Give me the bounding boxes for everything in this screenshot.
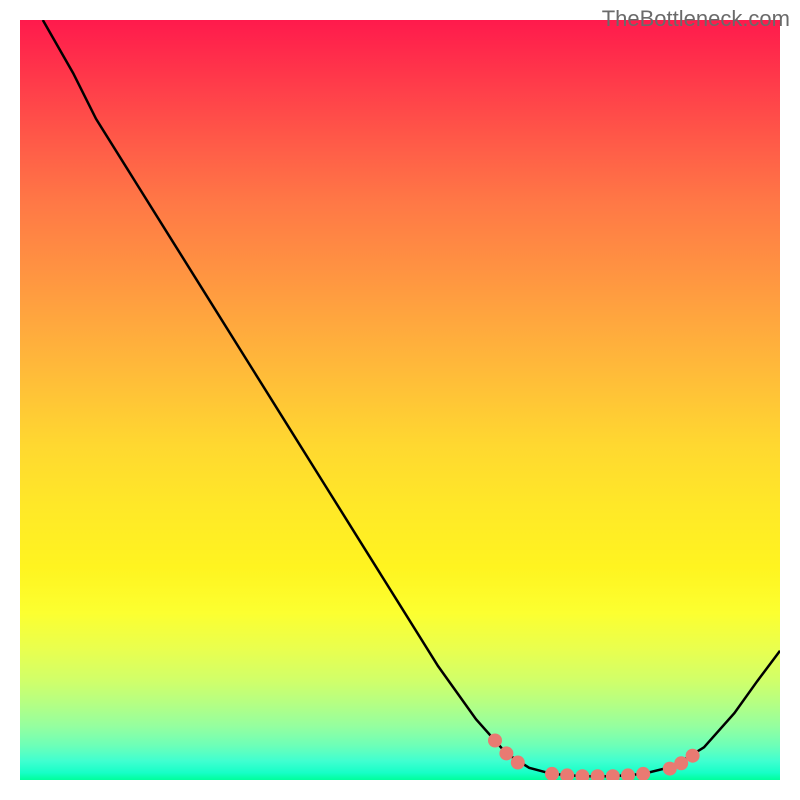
- highlight-dot: [511, 756, 525, 770]
- curve-line: [43, 20, 780, 776]
- chart-svg: [20, 20, 780, 780]
- highlight-dot: [674, 756, 688, 770]
- highlight-dot: [545, 767, 559, 780]
- plot-area: [20, 20, 780, 780]
- highlight-dot: [686, 749, 700, 763]
- highlight-dots: [488, 734, 700, 781]
- highlight-dot: [591, 769, 605, 780]
- highlight-dot: [499, 746, 513, 760]
- highlight-dot: [621, 768, 635, 780]
- highlight-dot: [488, 734, 502, 748]
- highlight-dot: [636, 767, 650, 780]
- highlight-dot: [575, 769, 589, 780]
- watermark-text: TheBottleneck.com: [602, 6, 790, 32]
- highlight-dot: [606, 769, 620, 780]
- highlight-dot: [560, 768, 574, 780]
